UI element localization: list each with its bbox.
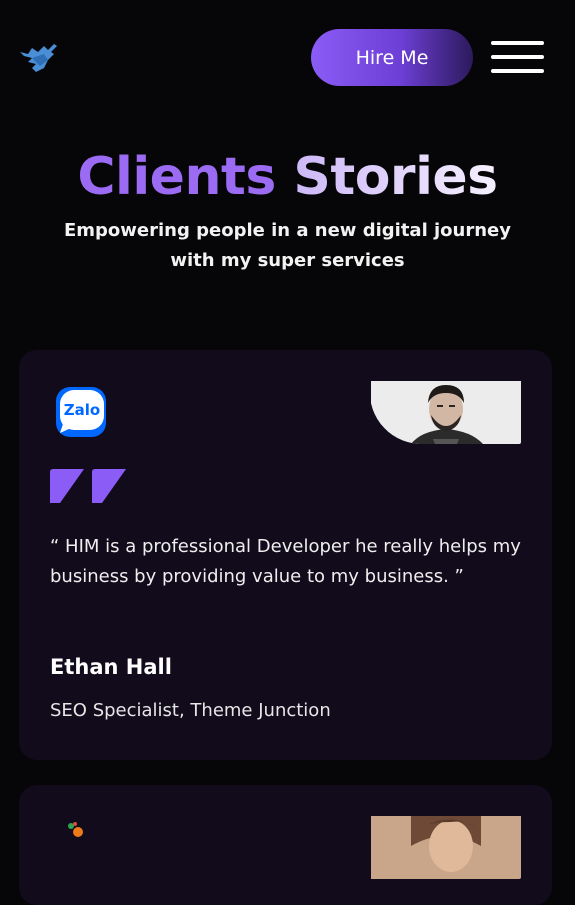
testimonial-card [19, 785, 552, 905]
testimonial-quote: “ HIM is a professional Developer he rea… [50, 536, 521, 587]
menu-bar [491, 69, 544, 73]
section-title: Clients Stories [0, 144, 575, 210]
client-photo [371, 816, 521, 879]
brand-label: Zalo [64, 401, 100, 419]
quote-icon [50, 469, 126, 503]
client-photo [371, 381, 521, 444]
client-role: SEO Specialist, Theme Junction [50, 700, 331, 721]
brand-logo-icon [68, 822, 83, 837]
bird-logo-icon[interactable] [18, 42, 58, 74]
menu-bar [491, 41, 544, 45]
section-subtitle: Empowering people in a new digital journ… [63, 220, 511, 271]
hamburger-menu-icon[interactable] [491, 40, 544, 74]
menu-bar [491, 55, 544, 59]
hire-me-button[interactable]: Hire Me [311, 29, 473, 86]
title-word-2: Stories [293, 147, 498, 207]
client-name: Ethan Hall [50, 655, 172, 679]
header: Hire Me [0, 0, 575, 115]
zalo-logo-icon: Zalo [56, 387, 106, 437]
testimonial-card: Zalo “ HIM is a professional Developer h… [19, 350, 552, 760]
title-word-1: Clients [77, 147, 276, 207]
